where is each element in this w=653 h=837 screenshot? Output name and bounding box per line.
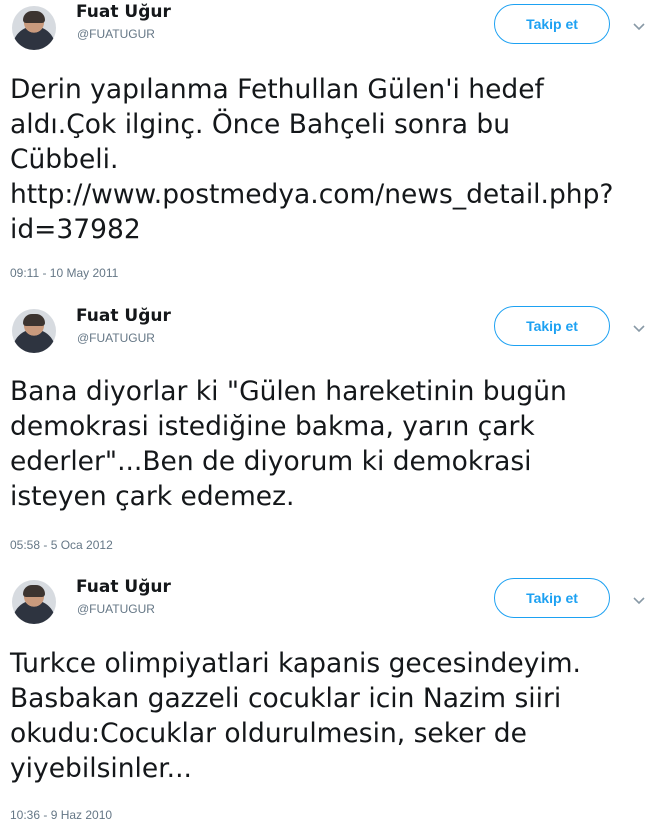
avatar[interactable]: [12, 6, 56, 50]
tweet-timestamp[interactable]: 10:36 - 9 Haz 2010: [10, 808, 112, 822]
chevron-down-icon[interactable]: [632, 20, 646, 34]
author-handle[interactable]: @FUATUGUR: [77, 602, 155, 616]
author-handle[interactable]: @FUATUGUR: [77, 27, 155, 41]
tweet-text: Bana diyorlar ki "Gülen hareketinin bugü…: [10, 376, 567, 512]
avatar[interactable]: [12, 309, 56, 353]
author-name[interactable]: Fuat Uğur: [76, 577, 171, 597]
follow-button[interactable]: Takip et: [494, 306, 610, 346]
tweet-text: Derin yapılanma Fethullan Gülen'i hedef …: [10, 74, 614, 245]
chevron-down-icon[interactable]: [632, 322, 646, 336]
author-name[interactable]: Fuat Uğur: [76, 306, 171, 326]
tweet-timestamp[interactable]: 09:11 - 10 May 2011: [10, 266, 118, 280]
avatar[interactable]: [12, 580, 56, 624]
chevron-down-icon[interactable]: [632, 594, 646, 608]
author-handle[interactable]: @FUATUGUR: [77, 331, 155, 345]
tweet-text: Turkce olimpiyatlari kapanis gecesindeyi…: [10, 648, 581, 784]
author-name[interactable]: Fuat Uğur: [76, 2, 171, 22]
follow-button[interactable]: Takip et: [494, 578, 610, 618]
tweet-timestamp[interactable]: 05:58 - 5 Oca 2012: [10, 538, 113, 552]
follow-button[interactable]: Takip et: [494, 4, 610, 44]
